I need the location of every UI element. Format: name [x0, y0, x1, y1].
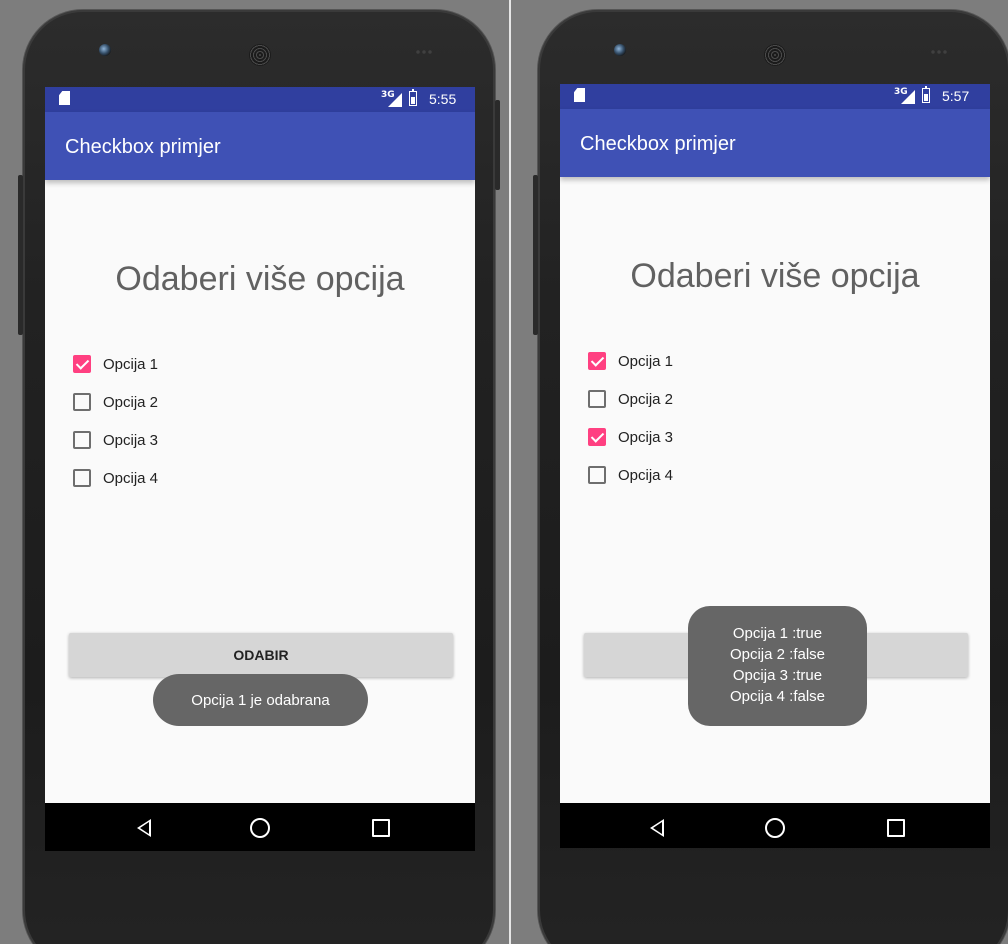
toast-message: Opcija 1 je odabrana — [153, 674, 368, 726]
checkbox-option-1[interactable]: Opcija 1 — [588, 349, 673, 373]
page-heading: Odaberi više opcija — [630, 257, 920, 295]
toast-line: Opcija 3 :true — [732, 667, 823, 684]
app-title: Checkbox primjer — [65, 136, 221, 158]
checkbox-box[interactable] — [73, 469, 91, 487]
back-icon[interactable] — [650, 819, 664, 837]
device-screen: 3G 5:57 Checkbox primjer Odaberi više op… — [560, 84, 990, 848]
checkbox-label: Opcija 1 — [103, 355, 159, 373]
recents-icon[interactable] — [887, 819, 905, 837]
checkbox-option-2[interactable]: Opcija 2 — [73, 390, 158, 414]
volume-button — [533, 175, 538, 335]
checkbox-label: Opcija 2 — [618, 390, 674, 408]
volume-button — [18, 175, 23, 335]
sd-card-icon — [59, 91, 70, 105]
checkbox-box[interactable] — [588, 466, 606, 484]
checkbox-box[interactable] — [588, 428, 606, 446]
checkbox-option-4[interactable]: Opcija 4 — [73, 466, 158, 490]
toast-line: Opcija 4 :false — [729, 688, 826, 705]
sensor-icon — [930, 50, 948, 54]
checkbox-box[interactable] — [73, 355, 91, 373]
checkbox-label: Opcija 3 — [103, 431, 159, 449]
checkbox-label: Opcija 1 — [618, 352, 674, 370]
back-icon[interactable] — [137, 819, 151, 837]
toast-line: Opcija 1 je odabrana — [191, 691, 330, 709]
home-icon[interactable] — [250, 818, 270, 838]
sd-card-icon — [574, 88, 585, 102]
battery-icon — [922, 86, 930, 103]
checkbox-box[interactable] — [588, 352, 606, 370]
navigation-bar — [45, 803, 475, 851]
device-screen: 3G 5:55 Checkbox primjer Odaberi više op… — [45, 87, 475, 851]
screenshot-right: 3G 5:57 Checkbox primjer Odaberi više op… — [511, 0, 1008, 944]
checkbox-box[interactable] — [73, 393, 91, 411]
checkbox-option-3[interactable]: Opcija 3 — [73, 428, 158, 452]
checkbox-label: Opcija 4 — [618, 466, 674, 484]
toast-line: Opcija 1 :true — [732, 625, 823, 642]
status-time: 5:55 — [429, 91, 457, 107]
sensor-icon — [415, 50, 433, 54]
phone-frame: 3G 5:57 Checkbox primjer Odaberi više op… — [533, 10, 1008, 944]
app-title: Checkbox primjer — [580, 133, 736, 155]
battery-icon — [409, 89, 417, 106]
toast-line: Opcija 2 :false — [729, 646, 826, 663]
app-bar: Checkbox primjer — [560, 109, 990, 177]
screenshot-left: 3G 5:55 Checkbox primjer Odaberi više op… — [0, 0, 509, 944]
odabir-button[interactable]: ODABIR — [69, 633, 453, 677]
checkbox-label: Opcija 2 — [103, 393, 159, 411]
front-camera-icon — [99, 44, 111, 56]
status-bar: 3G 5:55 — [45, 87, 475, 112]
checkbox-box[interactable] — [588, 390, 606, 408]
toast-message: Opcija 1 :true Opcija 2 :false Opcija 3 … — [688, 606, 867, 726]
checkbox-box[interactable] — [73, 431, 91, 449]
recents-icon[interactable] — [372, 819, 390, 837]
signal-icon — [388, 93, 402, 107]
checkbox-label: Opcija 3 — [618, 428, 674, 446]
phone-frame: 3G 5:55 Checkbox primjer Odaberi više op… — [18, 10, 500, 944]
status-bar: 3G 5:57 — [560, 84, 990, 109]
checkbox-option-1[interactable]: Opcija 1 — [73, 352, 158, 376]
signal-icon — [901, 90, 915, 104]
page-heading: Odaberi više opcija — [115, 260, 405, 298]
speaker-grille-icon — [249, 44, 271, 66]
checkbox-option-4[interactable]: Opcija 4 — [588, 463, 673, 487]
app-bar: Checkbox primjer — [45, 112, 475, 180]
checkbox-option-3[interactable]: Opcija 3 — [588, 425, 673, 449]
checkbox-option-2[interactable]: Opcija 2 — [588, 387, 673, 411]
power-button — [495, 100, 500, 190]
home-icon[interactable] — [765, 818, 785, 838]
status-time: 5:57 — [942, 88, 970, 104]
checkbox-label: Opcija 4 — [103, 469, 159, 487]
navigation-bar — [560, 803, 990, 848]
front-camera-icon — [614, 44, 626, 56]
speaker-grille-icon — [764, 44, 786, 66]
